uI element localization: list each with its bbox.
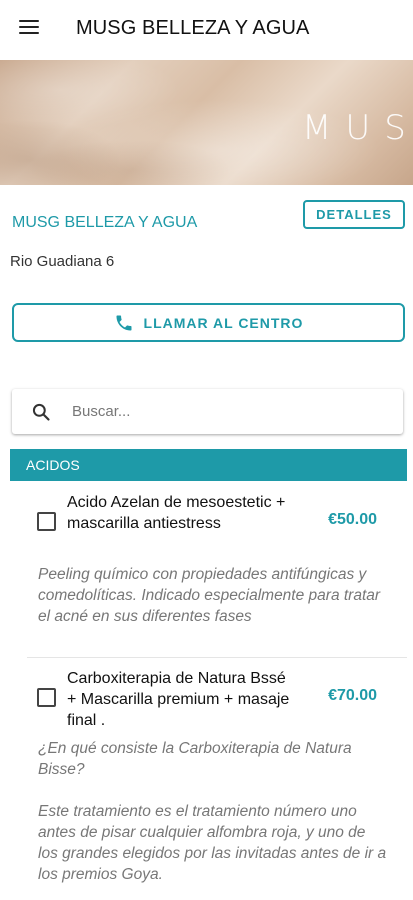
- category-label: ACIDOS: [26, 457, 80, 473]
- category-header[interactable]: ACIDOS: [10, 449, 407, 481]
- phone-icon: [116, 315, 132, 330]
- service-checkbox[interactable]: [37, 512, 56, 531]
- service-checkbox[interactable]: [37, 688, 56, 707]
- call-center-button[interactable]: LLAMAR AL CENTRO: [12, 303, 405, 342]
- search-box: [12, 389, 403, 434]
- service-description: ¿En qué consiste la Carboxiterapia de Na…: [38, 740, 352, 778]
- service-price: €50.00: [328, 511, 377, 528]
- search-icon: [32, 403, 50, 421]
- service-name: Acido Azelan de mesoestetic + mascarilla…: [67, 494, 286, 532]
- banner-logo: MUS: [302, 108, 413, 148]
- search-input[interactable]: [72, 389, 392, 434]
- details-button[interactable]: DETALLES: [303, 200, 405, 229]
- call-center-label: LLAMAR AL CENTRO: [143, 314, 304, 331]
- service-name: Carboxiterapia de Natura Bssé + Mascaril…: [67, 670, 290, 729]
- service-description: Peeling químico con propiedades antifúng…: [38, 566, 381, 625]
- service-description-extra: Este tratamiento es el tratamiento númer…: [38, 803, 387, 883]
- app-bar: MUSG BELLEZA Y AGUA: [0, 0, 413, 60]
- center-address: Rio Guadiana 6: [10, 253, 115, 270]
- center-name: MUSG BELLEZA Y AGUA: [12, 214, 198, 231]
- app-title: MUSG BELLEZA Y AGUA: [76, 17, 310, 39]
- divider: [27, 657, 407, 658]
- banner-image: MUS: [0, 60, 413, 185]
- hamburger-menu-icon[interactable]: [19, 20, 39, 36]
- service-price: €70.00: [328, 687, 377, 704]
